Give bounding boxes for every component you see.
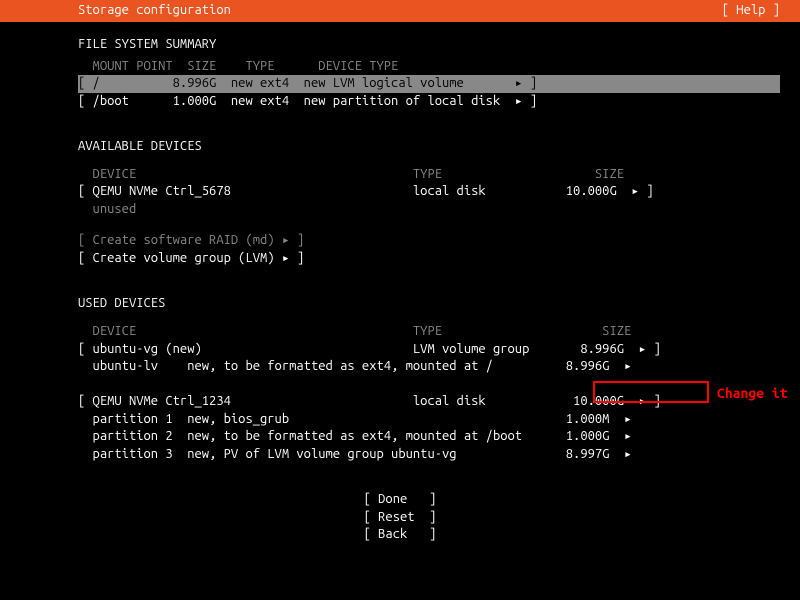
device-child[interactable]: partition 1 new, bios_grub 1.000M ▸	[0, 411, 800, 429]
done-button[interactable]: [ Done ]	[364, 491, 437, 509]
available-devices-title: AVAILABLE DEVICES	[0, 138, 800, 156]
reset-button[interactable]: [ Reset ]	[364, 509, 437, 527]
device-child[interactable]: partition 3 new, PV of LVM volume group …	[0, 446, 800, 464]
used-devices-title: USED DEVICES	[0, 295, 800, 313]
device-row[interactable]: [ QEMU NVMe Ctrl_5678 local disk 10.000G…	[0, 183, 800, 201]
back-button[interactable]: [ Back ]	[364, 526, 437, 544]
titlebar: Storage configuration [ Help ]	[0, 0, 800, 22]
fs-summary-title: FILE SYSTEM SUMMARY	[0, 36, 800, 54]
fs-col-headers: MOUNT POINT SIZE TYPE DEVICE TYPE	[0, 58, 800, 76]
device-group[interactable]: [ QEMU NVMe Ctrl_1234 local disk 10.000G…	[0, 393, 800, 411]
fs-row[interactable]: [ / 8.996G new ext4 new LVM logical volu…	[78, 75, 780, 93]
fs-row[interactable]: [ /boot 1.000G new ext4 new partition of…	[0, 93, 800, 111]
create-raid-action: [ Create software RAID (md) ▸ ]	[0, 232, 800, 250]
avail-col-headers: DEVICE TYPE SIZE	[0, 166, 800, 184]
device-child[interactable]: partition 2 new, to be formatted as ext4…	[0, 428, 800, 446]
page-title: Storage configuration	[78, 2, 231, 20]
device-group[interactable]: [ ubuntu-vg (new) LVM volume group 8.996…	[0, 341, 800, 359]
action-buttons: [ Done ] [ Reset ] [ Back ]	[0, 491, 800, 544]
create-lvm-action[interactable]: [ Create volume group (LVM) ▸ ]	[0, 250, 800, 268]
device-sub: unused	[0, 201, 800, 219]
used-col-headers: DEVICE TYPE SIZE	[0, 323, 800, 341]
help-button[interactable]: [ Help ]	[722, 2, 780, 20]
device-child[interactable]: ubuntu-lv new, to be formatted as ext4, …	[0, 358, 800, 376]
